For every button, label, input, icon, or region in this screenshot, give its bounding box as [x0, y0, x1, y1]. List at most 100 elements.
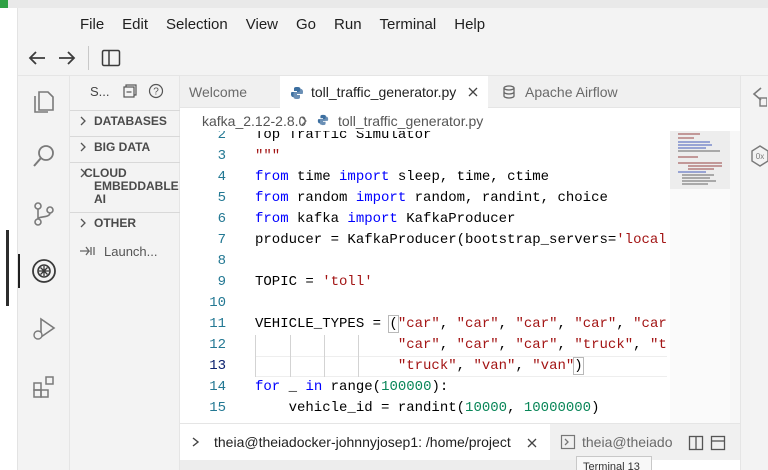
forward-arrow-icon[interactable]	[56, 48, 78, 68]
code-line: 15 vehicle_id = randint(10000, 10000000)	[180, 398, 670, 419]
navigation-bar	[18, 40, 768, 76]
line-number: 5	[217, 190, 226, 206]
code-text: VEHICLE_TYPES = ("car", "car", "car", "c…	[255, 315, 667, 333]
code-text: from kafka import KafkaProducer	[255, 211, 516, 227]
menu-selection[interactable]: Selection	[166, 16, 228, 33]
code-line: 12 "car", "car", "car", "truck", "t	[180, 335, 670, 356]
minimap[interactable]	[670, 131, 730, 423]
section-label: BIG DATA	[94, 140, 151, 154]
nav-separator	[88, 46, 89, 70]
source-control-icon[interactable]	[30, 200, 58, 228]
tab-toll-traffic-generator[interactable]: toll_traffic_generator.py	[280, 76, 488, 109]
chevron-right-icon	[301, 116, 307, 126]
sidebar-header: S... ?	[70, 76, 180, 106]
line-number: 2	[217, 131, 226, 143]
code-line: 7 producer = KafkaProducer(bootstrap_serv…	[180, 230, 670, 251]
svg-text:0x: 0x	[756, 152, 764, 161]
breadcrumb: kafka_2.12-2.8.0 toll_traffic_generator.…	[180, 109, 740, 131]
menu-run[interactable]: Run	[334, 16, 362, 33]
menu-go[interactable]: Go	[296, 16, 316, 33]
database-icon	[503, 85, 515, 99]
section-label: CLOUD EMBEDDABLE AI	[84, 166, 179, 206]
terminal-tooltip: Terminal 13	[576, 456, 652, 470]
right-panel-bar: 0x	[740, 76, 768, 470]
terminal-tab-bar: theia@theiadocker-johnnyjosep1: /home/pr…	[180, 423, 740, 461]
side-bar: S... ? DATABASES BIG DATA CLOUD EMBEDDAB…	[70, 76, 180, 470]
maximize-panel-icon[interactable]	[710, 435, 726, 451]
section-databases[interactable]: DATABASES	[70, 110, 180, 132]
code-text: TOPIC = 'toll'	[255, 274, 373, 290]
line-number: 6	[217, 211, 226, 227]
code-text: for _ in range(100000):	[255, 379, 449, 395]
line-number: 11	[209, 316, 226, 332]
menu-help[interactable]: Help	[454, 16, 485, 33]
line-number: 12	[209, 337, 226, 353]
search-icon[interactable]	[30, 142, 58, 170]
tab-label: Apache Airflow	[525, 84, 618, 100]
section-cloud-embeddable-ai[interactable]: CLOUD EMBEDDABLE AI	[70, 162, 180, 208]
tab-label: Welcome	[189, 84, 248, 100]
code-text: vehicle_id = randint(10000, 10000000)	[255, 400, 600, 416]
code-text: Top Traffic Simulator	[255, 131, 432, 143]
explorer-icon[interactable]	[30, 86, 58, 114]
terminal-tab-label: theia@theiadocker-johnnyjosep1: /home/pr…	[214, 434, 511, 450]
code-line: 11 VEHICLE_TYPES = ("car", "car", "car", …	[180, 314, 670, 335]
python-file-icon	[317, 114, 329, 126]
breadcrumb-file[interactable]: toll_traffic_generator.py	[338, 113, 483, 129]
code-line: 4 from time import sleep, time, ctime	[180, 167, 670, 188]
outline-icon[interactable]	[751, 86, 767, 108]
menu-edit[interactable]: Edit	[122, 16, 148, 33]
collapse-all-icon[interactable]	[122, 83, 138, 99]
section-other[interactable]: OTHER	[70, 212, 180, 234]
menu-terminal[interactable]: Terminal	[380, 16, 437, 33]
activity-bar	[18, 76, 70, 470]
code-line: 14 for _ in range(100000):	[180, 377, 670, 398]
editor-scrollbar[interactable]	[730, 131, 740, 423]
line-number: 3	[217, 148, 226, 164]
run-debug-icon[interactable]	[30, 314, 58, 342]
launch-item[interactable]: Launch...	[78, 242, 178, 262]
chevron-right-icon	[80, 218, 86, 228]
help-icon[interactable]: ?	[148, 83, 164, 99]
launch-label: Launch...	[104, 244, 158, 259]
panel-bottom-edge	[180, 460, 576, 470]
back-arrow-icon[interactable]	[26, 48, 48, 68]
toggle-panel-icon[interactable]	[100, 48, 122, 68]
code-line: 2 Top Traffic Simulator	[180, 131, 670, 146]
section-label: OTHER	[94, 216, 136, 230]
breadcrumb-folder[interactable]: kafka_2.12-2.8.0	[202, 113, 306, 129]
code-text: from random import random, randint, choi…	[255, 190, 608, 206]
active-view-indicator	[18, 254, 20, 288]
terminal-tab-active[interactable]: theia@theiadocker-johnnyjosep1: /home/pr…	[180, 424, 550, 461]
code-line: 10	[180, 293, 670, 314]
tab-welcome[interactable]: Welcome	[180, 76, 280, 108]
chevron-right-icon	[80, 116, 86, 126]
extensions-icon[interactable]	[30, 373, 58, 401]
skills-network-icon[interactable]	[30, 257, 58, 285]
terminal-tab-label: theia@theiado	[582, 434, 673, 450]
menu-bar: File Edit Selection View Go Run Terminal…	[18, 8, 768, 40]
window-top-bar	[0, 0, 768, 8]
code-text: """	[255, 148, 281, 164]
code-line: 8	[180, 251, 670, 272]
tab-apache-airflow[interactable]: Apache Airflow	[488, 76, 628, 108]
line-number: 8	[217, 253, 226, 269]
code-text: producer = KafkaProducer(bootstrap_serve…	[255, 232, 667, 248]
hex-editor-icon[interactable]: 0x	[751, 144, 768, 168]
section-big-data[interactable]: BIG DATA	[70, 136, 180, 158]
menu-file[interactable]: File	[80, 16, 104, 33]
code-line: 3 """	[180, 146, 670, 167]
tab-label: toll_traffic_generator.py	[311, 84, 457, 100]
code-line: 6 from kafka import KafkaProducer	[180, 209, 670, 230]
code-editor[interactable]: 2 Top Traffic Simulator 3 """ 4 from time imp…	[180, 131, 740, 423]
terminal-chevron-icon	[192, 437, 200, 447]
split-terminal-icon[interactable]	[688, 435, 704, 451]
code-text: "car", "car", "car", "truck", "t	[397, 337, 667, 353]
close-icon[interactable]	[467, 86, 479, 98]
line-number: 15	[209, 400, 226, 416]
line-number: 9	[217, 274, 226, 290]
python-file-icon	[291, 87, 303, 99]
close-icon[interactable]	[526, 437, 538, 449]
minimap-viewport[interactable]	[670, 131, 730, 189]
menu-view[interactable]: View	[246, 16, 278, 33]
